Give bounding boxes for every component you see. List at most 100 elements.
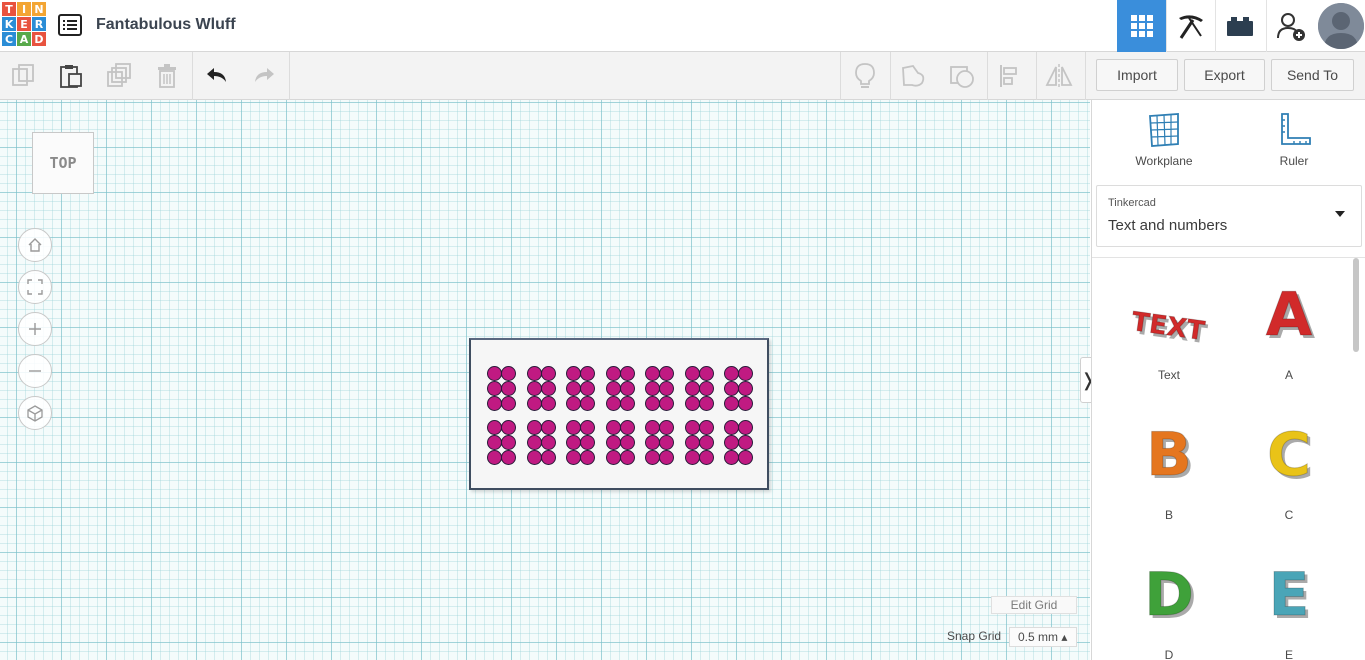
braille-dot[interactable]	[501, 366, 516, 381]
braille-dot[interactable]	[580, 396, 595, 411]
braille-dot[interactable]	[659, 366, 674, 381]
braille-dot[interactable]	[724, 420, 739, 435]
braille-dot[interactable]	[698, 450, 714, 465]
braille-dot[interactable]	[698, 381, 714, 396]
panel-scrollbar[interactable]	[1353, 258, 1359, 352]
braille-dot[interactable]	[487, 396, 502, 411]
delete-icon[interactable]	[153, 62, 181, 90]
braille-dot[interactable]	[526, 435, 542, 450]
braille-dot[interactable]	[738, 396, 753, 411]
braille-dot[interactable]	[724, 450, 739, 465]
edit-grid-button[interactable]: Edit Grid	[991, 596, 1077, 614]
braille-dot[interactable]	[580, 450, 595, 465]
undo-icon[interactable]	[203, 62, 231, 90]
braille-dot[interactable]	[738, 435, 753, 450]
braille-dot[interactable]	[684, 366, 700, 381]
braille-dot[interactable]	[684, 396, 700, 411]
shape-library-dropdown[interactable]: Tinkercad Text and numbers	[1096, 185, 1362, 247]
braille-dot[interactable]	[645, 420, 660, 435]
braille-dot[interactable]	[580, 381, 595, 396]
braille-dot[interactable]	[487, 420, 502, 435]
braille-dot[interactable]	[580, 366, 595, 381]
shape-item-c[interactable]: CCC	[1239, 420, 1339, 540]
braille-dot[interactable]	[738, 420, 753, 435]
braille-dot[interactable]	[645, 381, 660, 396]
braille-dot[interactable]	[619, 381, 635, 396]
braille-dot[interactable]	[659, 381, 674, 396]
braille-dot[interactable]	[619, 396, 635, 411]
braille-dot[interactable]	[526, 420, 542, 435]
comment-icon[interactable]	[900, 62, 928, 90]
braille-dot[interactable]	[566, 450, 581, 465]
braille-dot[interactable]	[605, 366, 621, 381]
zoom-out-button[interactable]	[18, 354, 52, 388]
braille-dot[interactable]	[738, 450, 753, 465]
braille-dot[interactable]	[566, 366, 581, 381]
shape-item-e[interactable]: EEE	[1239, 560, 1339, 660]
shape-item-b[interactable]: BBB	[1119, 420, 1219, 540]
braille-dot[interactable]	[619, 366, 635, 381]
braille-dot[interactable]	[540, 435, 556, 450]
align-icon[interactable]	[997, 62, 1025, 90]
ruler-tool[interactable]: Ruler	[1249, 112, 1339, 172]
braille-dot[interactable]	[566, 381, 581, 396]
braille-dot[interactable]	[605, 381, 621, 396]
import-button[interactable]: Import	[1096, 59, 1178, 91]
send-to-button[interactable]: Send To	[1271, 59, 1354, 91]
braille-dot[interactable]	[724, 396, 739, 411]
tinkercad-logo[interactable]: TIN KER CAD	[2, 2, 46, 48]
copy-icon[interactable]	[10, 62, 38, 90]
braille-dot[interactable]	[659, 435, 674, 450]
braille-dot[interactable]	[540, 366, 556, 381]
note-icon[interactable]	[851, 62, 879, 90]
braille-dot[interactable]	[487, 435, 502, 450]
show-all-icon[interactable]	[948, 62, 976, 90]
view-cube[interactable]: TOP	[32, 132, 94, 194]
braille-dot[interactable]	[526, 381, 542, 396]
braille-dot[interactable]	[540, 450, 556, 465]
braille-dot[interactable]	[659, 420, 674, 435]
braille-dot[interactable]	[540, 381, 556, 396]
bricks-button[interactable]	[1215, 0, 1264, 52]
shape-item-d[interactable]: DDD	[1119, 560, 1219, 660]
braille-dot[interactable]	[540, 420, 556, 435]
braille-dot[interactable]	[501, 450, 516, 465]
workplane-tool[interactable]: Workplane	[1119, 112, 1209, 172]
braille-dot[interactable]	[487, 450, 502, 465]
avatar[interactable]	[1318, 3, 1364, 49]
braille-dot[interactable]	[566, 396, 581, 411]
braille-dot[interactable]	[684, 450, 700, 465]
braille-dot[interactable]	[605, 435, 621, 450]
braille-dot[interactable]	[619, 420, 635, 435]
braille-dot[interactable]	[619, 450, 635, 465]
braille-dot[interactable]	[487, 366, 502, 381]
braille-dot[interactable]	[684, 435, 700, 450]
braille-dot[interactable]	[724, 366, 739, 381]
design-title[interactable]: Fantabulous Wluff	[96, 16, 236, 34]
braille-dot[interactable]	[698, 396, 714, 411]
braille-dot[interactable]	[619, 435, 635, 450]
export-button[interactable]: Export	[1184, 59, 1265, 91]
braille-dot[interactable]	[501, 381, 516, 396]
braille-dot[interactable]	[605, 396, 621, 411]
perspective-button[interactable]	[18, 396, 52, 430]
braille-dot[interactable]	[698, 435, 714, 450]
3d-design-button[interactable]	[1117, 0, 1166, 52]
braille-dot[interactable]	[684, 420, 700, 435]
braille-dot[interactable]	[526, 450, 542, 465]
mirror-icon[interactable]	[1045, 62, 1073, 90]
duplicate-icon[interactable]	[105, 62, 133, 90]
braille-dot[interactable]	[698, 366, 714, 381]
braille-dot[interactable]	[605, 420, 621, 435]
braille-dot[interactable]	[738, 366, 753, 381]
braille-dot[interactable]	[724, 381, 739, 396]
braille-dot[interactable]	[659, 450, 674, 465]
braille-dot[interactable]	[566, 435, 581, 450]
braille-dot[interactable]	[501, 420, 516, 435]
braille-dot[interactable]	[566, 420, 581, 435]
redo-icon[interactable]	[250, 62, 278, 90]
braille-dot[interactable]	[738, 381, 753, 396]
shape-item-a[interactable]: AAA	[1239, 280, 1339, 400]
fit-view-button[interactable]	[18, 270, 52, 304]
snap-grid-select[interactable]: 0.5 mm ▴	[1009, 627, 1077, 647]
